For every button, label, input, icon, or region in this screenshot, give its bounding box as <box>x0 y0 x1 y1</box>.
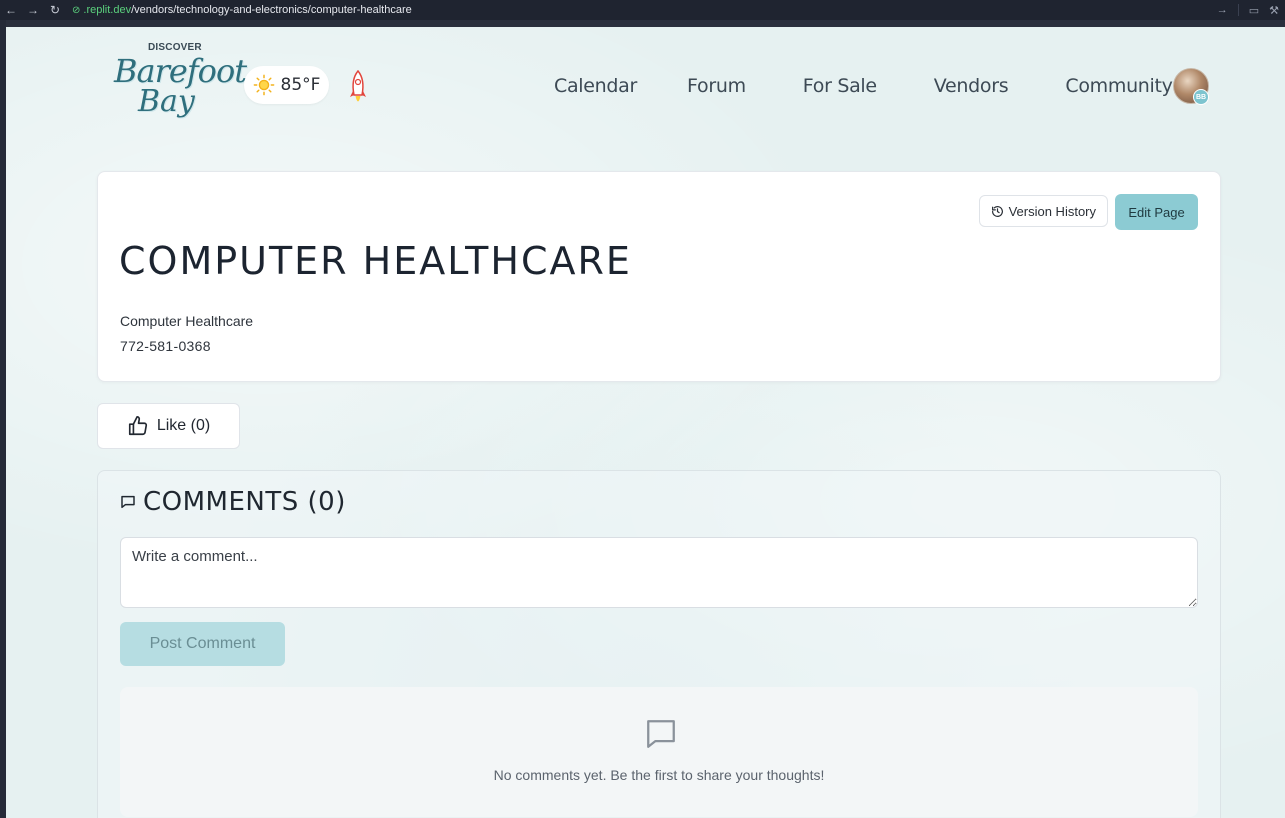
link-icon: ⊘ <box>72 4 81 16</box>
logo-bay: Bay <box>138 84 195 119</box>
vendor-name: Computer Healthcare <box>120 313 254 329</box>
toolbar-divider <box>1237 4 1239 16</box>
avatar-badge: BB <box>1193 89 1209 105</box>
main-navigation: Calendar Forum For Sale Vendors Communit… <box>554 71 1173 101</box>
weather-temperature: 85°F <box>280 75 321 95</box>
comments-header: COMMENTS (0) <box>120 487 346 517</box>
nav-community[interactable]: Community <box>1065 75 1173 97</box>
rocket-icon[interactable] <box>346 69 370 109</box>
empty-comments-text: No comments yet. Be the first to share y… <box>493 767 825 783</box>
version-history-button[interactable]: Version History <box>978 195 1108 227</box>
thumbs-up-icon <box>128 416 147 436</box>
wrench-icon[interactable]: ⚒ <box>1269 4 1279 17</box>
like-label: Like (0) <box>156 417 211 434</box>
nav-vendors[interactable]: Vendors <box>934 75 1009 97</box>
comments-title: COMMENTS (0) <box>143 487 346 517</box>
reload-icon[interactable]: ↻ <box>44 0 66 20</box>
comment-input[interactable] <box>120 537 1198 608</box>
history-icon <box>991 205 1003 217</box>
page: DISCOVER Barefoot Bay 85°F Calendar Foru… <box>6 27 1285 818</box>
address-bar[interactable]: ⊘ .replit.dev /vendors/technology-and-el… <box>72 4 412 16</box>
screen-icon[interactable]: ▭ <box>1249 4 1259 17</box>
empty-comments-state: No comments yet. Be the first to share y… <box>120 687 1198 817</box>
nav-for-sale[interactable]: For Sale <box>803 75 877 97</box>
version-history-label: Version History <box>1008 203 1096 219</box>
like-button[interactable]: Like (0) <box>97 403 240 449</box>
nav-forum[interactable]: Forum <box>687 75 746 97</box>
post-comment-button[interactable]: Post Comment <box>120 622 285 666</box>
site-logo[interactable]: DISCOVER Barefoot Bay <box>114 40 247 120</box>
top-strip <box>6 20 1285 27</box>
page-title: COMPUTER HEALTHCARE <box>119 239 632 283</box>
comment-icon <box>121 495 135 509</box>
forward-arrow-icon[interactable]: → <box>1217 4 1228 16</box>
vendor-card: Version History Edit Page COMPUTER HEALT… <box>97 171 1221 382</box>
vendor-phone: 772-581-0368 <box>120 338 211 354</box>
weather-widget[interactable]: 85°F <box>244 66 329 104</box>
forward-icon[interactable]: → <box>22 0 44 20</box>
comments-section: COMMENTS (0) Post Comment No comments ye… <box>97 470 1221 818</box>
back-icon[interactable]: ← <box>0 0 22 20</box>
sun-icon <box>253 74 274 96</box>
edit-page-button[interactable]: Edit Page <box>1115 194 1198 230</box>
nav-calendar[interactable]: Calendar <box>554 75 637 97</box>
url-domain: .replit.dev <box>83 4 132 16</box>
chat-bubble-icon <box>647 720 675 748</box>
browser-toolbar: ← → ↻ ⊘ .replit.dev /vendors/technology-… <box>0 0 1285 20</box>
url-path: /vendors/technology-and-electronics/comp… <box>131 4 412 16</box>
